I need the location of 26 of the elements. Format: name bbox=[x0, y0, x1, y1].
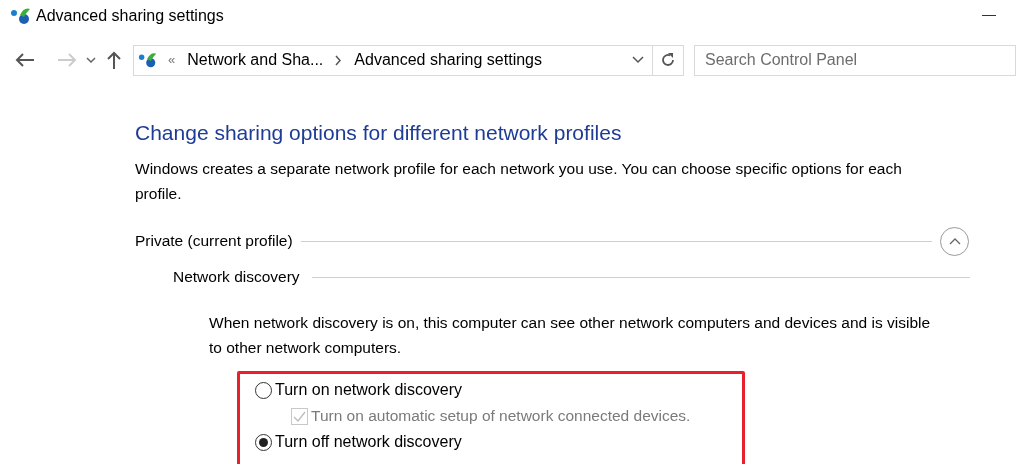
search-field[interactable]: Search Control Panel bbox=[694, 44, 1016, 76]
window-title: Advanced sharing settings bbox=[36, 6, 224, 26]
forward-icon bbox=[56, 52, 78, 68]
network-icon bbox=[10, 7, 32, 25]
minimize-icon[interactable] bbox=[982, 15, 996, 17]
overflow-chevron[interactable]: « bbox=[168, 50, 176, 70]
section-description: When network discovery is on, this computer can see other network computers and devices and is visible to other network computers. bbox=[209, 313, 932, 358]
intro-text: Windows creates a separate network profile for each network you use. You can choose specific options for each profile. bbox=[135, 159, 903, 204]
page-heading: Change sharing options for different network profiles bbox=[135, 120, 623, 146]
dropdown-icon[interactable] bbox=[86, 57, 96, 63]
radio-label[interactable]: Turn off network discovery bbox=[275, 430, 462, 454]
radio-button[interactable] bbox=[255, 433, 272, 451]
dropdown-icon[interactable] bbox=[632, 56, 644, 64]
radio-button[interactable] bbox=[255, 381, 272, 399]
refresh-icon[interactable] bbox=[660, 52, 676, 68]
up-icon[interactable] bbox=[106, 50, 122, 70]
back-icon[interactable] bbox=[14, 52, 36, 68]
radio-label[interactable]: Turn on network discovery bbox=[275, 378, 463, 402]
chevron-icon[interactable] bbox=[335, 54, 343, 66]
breadcrumb[interactable]: Advanced sharing settings bbox=[354, 48, 542, 72]
chevron-icon bbox=[948, 237, 961, 245]
address-bar[interactable]: « Network and Sha... Advanced sharing settings bbox=[133, 44, 684, 76]
network-icon bbox=[138, 51, 158, 69]
section-label: Network discovery bbox=[173, 267, 300, 288]
breadcrumb[interactable]: Network and Sha... bbox=[187, 48, 324, 72]
profile-label: Private (current profile) bbox=[135, 231, 293, 252]
